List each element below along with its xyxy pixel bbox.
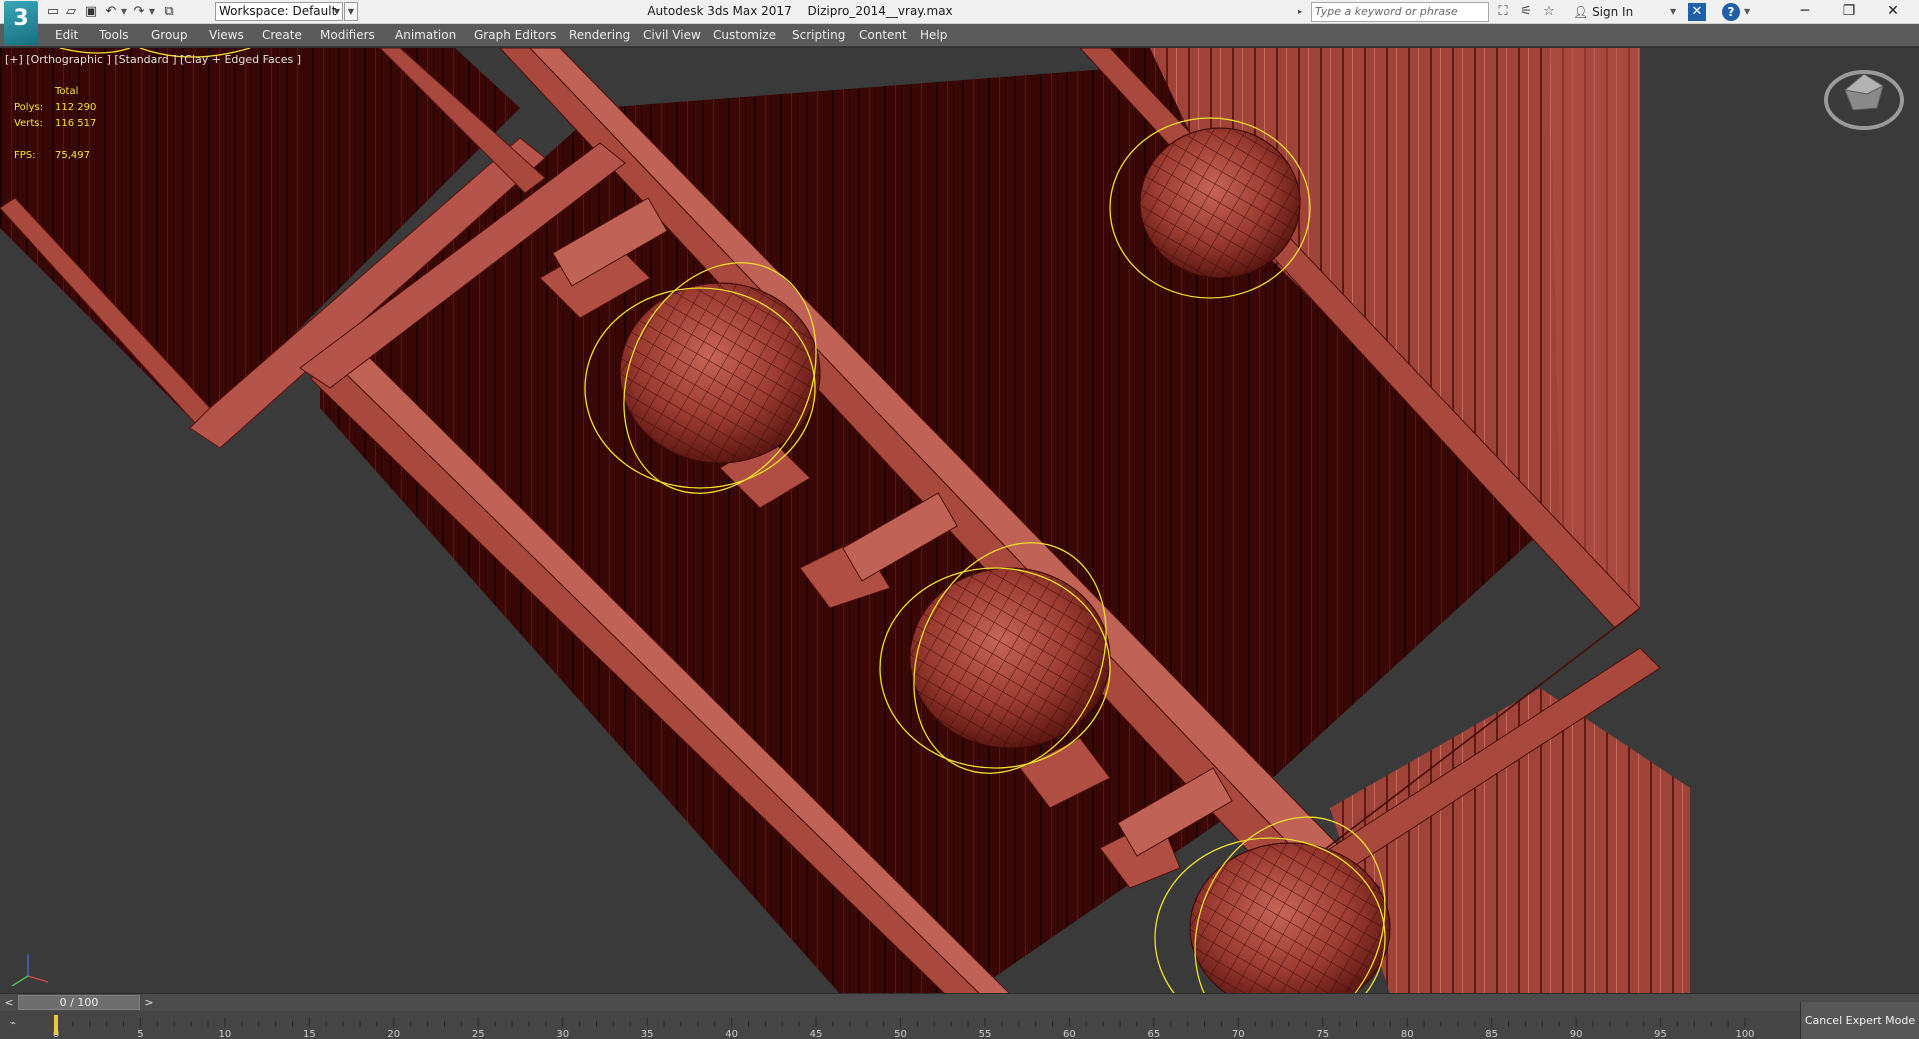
- ruler-tick-label: 15: [303, 1029, 316, 1039]
- binoculars-icon[interactable]: ⛶: [1494, 3, 1512, 21]
- exchange-apps-icon[interactable]: ✕: [1688, 3, 1706, 21]
- ruler-tick-label: 65: [1147, 1029, 1160, 1039]
- app-title: Autodesk 3ds Max 2017: [647, 4, 792, 18]
- ruler-tick-label: 70: [1232, 1029, 1245, 1039]
- viewport-orthographic[interactable]: [+] [Orthographic ] [Standard ] [Clay + …: [0, 47, 1919, 993]
- close-button[interactable]: ✕: [1870, 0, 1916, 24]
- stats-fps-label: FPS:: [14, 150, 36, 161]
- menu-customize[interactable]: Customize: [713, 24, 776, 47]
- search-expand-icon[interactable]: ▸: [1298, 3, 1308, 21]
- undo-icon[interactable]: ↶: [102, 3, 120, 21]
- favorites-star-icon[interactable]: ☆: [1540, 3, 1558, 21]
- menu-tools[interactable]: Tools: [99, 24, 129, 47]
- ruler-tick-label: 85: [1485, 1029, 1498, 1039]
- ruler-tick-label: 60: [1063, 1029, 1076, 1039]
- menu-rendering[interactable]: Rendering: [569, 24, 630, 47]
- time-next-icon[interactable]: >: [142, 995, 156, 1010]
- time-slider[interactable]: < 0 / 100 >: [0, 993, 1919, 1011]
- help-dropdown-icon[interactable]: ▼: [1744, 3, 1750, 21]
- undo-dropdown-icon[interactable]: ▼: [120, 3, 128, 21]
- ruler-tick-label: 10: [219, 1029, 232, 1039]
- ruler-tick-label: 55: [979, 1029, 992, 1039]
- save-file-icon[interactable]: ▣: [82, 3, 100, 21]
- new-file-icon[interactable]: ▭: [44, 3, 62, 21]
- chevron-down-icon: ▼: [333, 7, 340, 16]
- track-ruler[interactable]: 0510152025303540455055606570758085909510…: [0, 1011, 1800, 1039]
- ruler-tick-label: 25: [472, 1029, 485, 1039]
- workspace-label: Workspace: Default: [219, 4, 337, 18]
- cancel-expert-mode-button[interactable]: Cancel Expert Mode: [1800, 1002, 1919, 1039]
- ruler-tick-label: 5: [137, 1029, 143, 1039]
- redo-dropdown-icon[interactable]: ▼: [148, 3, 156, 21]
- stats-polys-value: 112 290: [55, 102, 97, 113]
- minimize-button[interactable]: ─: [1782, 0, 1828, 24]
- time-slider-thumb[interactable]: 0 / 100: [18, 995, 140, 1010]
- track-bar[interactable]: ⌁ 05101520253035404550556065707580859095…: [0, 1011, 1919, 1039]
- menu-animation[interactable]: Animation: [395, 24, 456, 47]
- workspace-select[interactable]: Workspace: Default ▼: [215, 2, 343, 21]
- axis-tripod-icon: [11, 954, 49, 987]
- restore-button[interactable]: ❐: [1826, 0, 1872, 24]
- ruler-tick-label: 75: [1316, 1029, 1329, 1039]
- sign-in-label: Sign In: [1592, 5, 1634, 19]
- ruler-tick-label: 40: [725, 1029, 738, 1039]
- file-name: Dizipro_2014__vray.max: [807, 4, 953, 18]
- ruler-tick-label: 45: [810, 1029, 823, 1039]
- menu-create[interactable]: Create: [262, 24, 302, 47]
- ruler-tick-label: 80: [1401, 1029, 1414, 1039]
- stats-polys-label: Polys:: [14, 102, 44, 113]
- viewcube-icon[interactable]: [1823, 60, 1905, 132]
- ruler-tick-label: 20: [387, 1029, 400, 1039]
- menu-content[interactable]: Content: [859, 24, 907, 47]
- app-window: 3 ▭ ▱ ▣ ↶ ▼ ↷ ▼ ⧉ Workspace: Default ▼ ▼…: [0, 0, 1919, 1039]
- search-input[interactable]: Type a keyword or phrase: [1311, 2, 1489, 22]
- project-folder-icon[interactable]: ⧉: [160, 3, 178, 21]
- quick-access-customize-icon[interactable]: ▼: [344, 2, 358, 21]
- viewport-label-menu[interactable]: [+] [Orthographic ] [Standard ] [Clay + …: [5, 53, 301, 66]
- time-prev-icon[interactable]: <: [2, 995, 16, 1010]
- scene-render: [0, 48, 1690, 993]
- menu-modifiers[interactable]: Modifiers: [320, 24, 375, 47]
- ruler-tick-label: 100: [1735, 1029, 1754, 1039]
- sign-in-button[interactable]: 👤︎ Sign In: [1573, 0, 1633, 24]
- ruler-tick-label: 30: [556, 1029, 569, 1039]
- help-icon[interactable]: ?: [1722, 3, 1740, 21]
- ruler-tick-label: 50: [894, 1029, 907, 1039]
- sign-in-dropdown-icon[interactable]: ▼: [1670, 3, 1676, 21]
- ruler-tick-label: 95: [1654, 1029, 1667, 1039]
- stats-verts-label: Verts:: [14, 118, 43, 129]
- menu-bar: Edit Tools Group Views Create Modifiers …: [0, 24, 1919, 47]
- stats-fps-value: 75,497: [55, 150, 90, 161]
- current-frame-marker[interactable]: [54, 1015, 58, 1035]
- menu-group[interactable]: Group: [151, 24, 188, 47]
- menu-scripting[interactable]: Scripting: [792, 24, 845, 47]
- user-icon: 👤︎: [1573, 5, 1593, 19]
- redo-icon[interactable]: ↷: [130, 3, 148, 21]
- menu-help[interactable]: Help: [920, 24, 947, 47]
- communication-center-icon[interactable]: ⚟: [1517, 3, 1535, 21]
- ruler-tick-label: 90: [1570, 1029, 1583, 1039]
- title-bar: 3 ▭ ▱ ▣ ↶ ▼ ↷ ▼ ⧉ Workspace: Default ▼ ▼…: [0, 0, 1919, 45]
- menu-edit[interactable]: Edit: [55, 24, 78, 47]
- menu-graph-editors[interactable]: Graph Editors: [474, 24, 556, 47]
- stats-total-header: Total: [55, 86, 79, 97]
- window-title: Autodesk 3ds Max 2017 Dizipro_2014__vray…: [540, 0, 1060, 23]
- menu-civil-view[interactable]: Civil View: [643, 24, 701, 47]
- stats-verts-value: 116 517: [55, 118, 97, 129]
- ruler-tick-label: 35: [641, 1029, 654, 1039]
- open-file-icon[interactable]: ▱: [62, 3, 80, 21]
- app-logo-button[interactable]: 3: [4, 1, 38, 45]
- menu-views[interactable]: Views: [209, 24, 244, 47]
